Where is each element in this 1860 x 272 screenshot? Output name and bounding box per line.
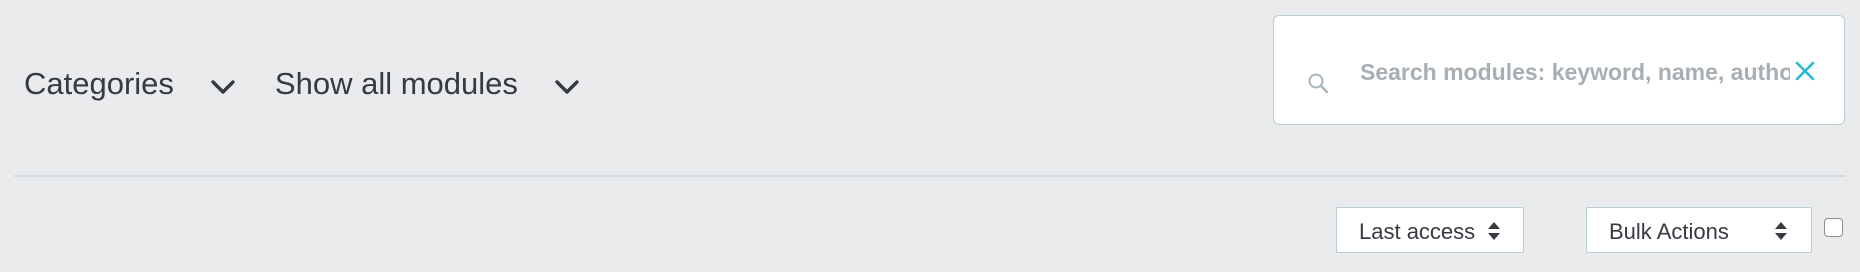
select-all-checkbox[interactable] [1824,218,1843,237]
close-icon[interactable] [1794,60,1816,82]
show-modules-dropdown[interactable]: Show all modules [275,58,580,110]
sort-updown-icon [1488,222,1500,240]
sort-select-value: Last access [1359,219,1476,244]
chevron-down-icon [555,80,579,94]
search-icon [1308,73,1329,94]
module-manager-toolbar: Categories Show all modules Last access [0,0,1860,272]
bulk-actions-select-value: Bulk Actions [1609,219,1729,244]
chevron-down-icon [211,80,235,94]
bulk-actions-select[interactable]: Bulk Actions [1586,207,1812,253]
show-modules-dropdown-label: Show all modules [274,66,518,101]
categories-dropdown[interactable]: Categories [24,58,236,110]
section-divider [14,175,1846,177]
module-search-box [1273,15,1845,125]
categories-dropdown-label: Categories [24,66,174,101]
sort-updown-icon [1775,222,1787,240]
filter-row: Categories Show all modules [24,58,580,110]
sort-select[interactable]: Last access [1336,207,1524,253]
search-input[interactable] [1360,52,1790,92]
